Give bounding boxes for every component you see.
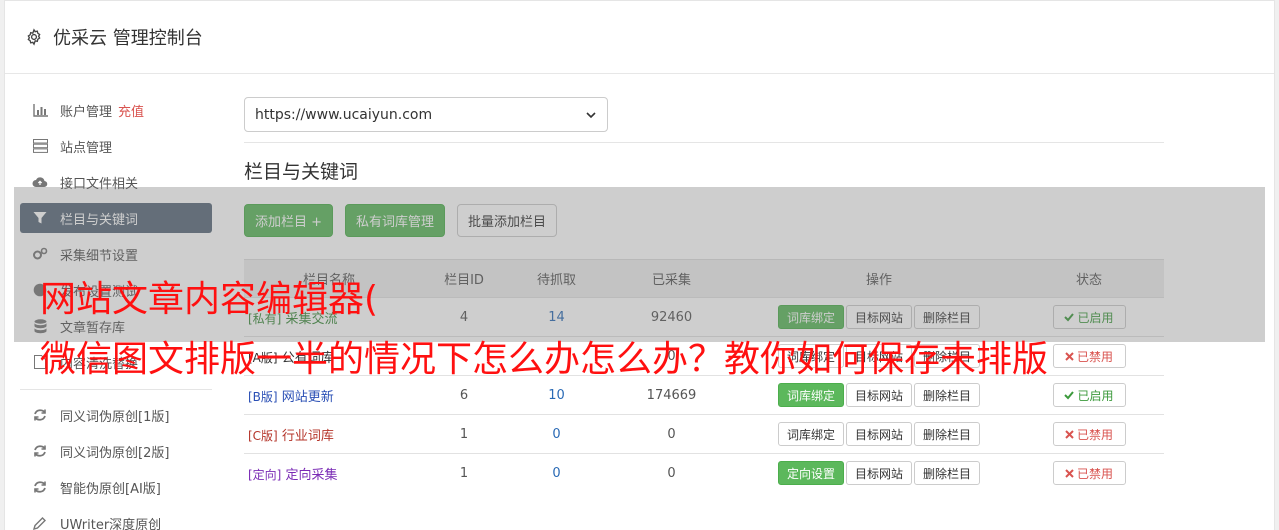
refresh-icon: [32, 407, 48, 423]
pending-count[interactable]: 0: [514, 414, 599, 454]
sidebar-item-label: 同义词伪原创[1版]: [60, 409, 170, 425]
gear-icon: [27, 28, 41, 46]
divider: [244, 142, 1164, 143]
sidebar-item[interactable]: 站点管理: [20, 131, 212, 161]
refresh-icon: [32, 479, 48, 495]
pending-count[interactable]: 0: [514, 453, 599, 493]
close-icon: [1065, 469, 1074, 478]
table-row: [定向] 定向采集 1 0 0 定向设置 目标网站 删除栏目 已禁用: [244, 453, 1164, 493]
sidebar-item[interactable]: 同义词伪原创[1版]: [20, 400, 212, 430]
bind-library-button[interactable]: 定向设置: [777, 461, 844, 486]
column-link[interactable]: [B版] 网站更新: [248, 390, 334, 405]
column-name-cell: [定向] 定向采集: [244, 453, 414, 493]
status-toggle[interactable]: 已启用: [1052, 383, 1126, 407]
collected-count: 0: [599, 453, 744, 493]
column-name: 定向采集: [285, 467, 338, 483]
edit-icon: [32, 515, 48, 530]
status-label: 已禁用: [1076, 466, 1113, 481]
collected-count: 0: [599, 414, 744, 454]
status-label: 已启用: [1077, 388, 1114, 403]
overlay-headline-line2: 微信图文排版一半的情况下怎么办怎么办？教你如何保存未排版: [40, 339, 1049, 380]
status-toggle[interactable]: 已禁用: [1052, 461, 1126, 486]
sidebar-item[interactable]: 智能伪原创[AI版]: [20, 472, 212, 502]
status-label: 已禁用: [1076, 427, 1113, 442]
column-tag: [B版]: [248, 389, 278, 404]
actions-cell: 词库绑定 目标网站 删除栏目: [744, 414, 1014, 454]
column-link[interactable]: [定向] 定向采集: [248, 468, 338, 483]
status-label: 已禁用: [1076, 349, 1113, 364]
section-title: 栏目与关键词: [244, 161, 359, 183]
sidebar-item-label: 站点管理: [60, 140, 113, 156]
column-tag: [定向]: [248, 467, 282, 482]
refresh-icon: [32, 443, 48, 459]
target-site-button[interactable]: 目标网站: [845, 422, 912, 446]
status-cell: 已禁用: [1014, 453, 1164, 493]
delete-column-button[interactable]: 删除栏目: [914, 383, 981, 407]
column-name: 行业词库: [281, 428, 334, 444]
column-name: 网站更新: [281, 389, 334, 405]
sidebar-item-label: 账户管理: [60, 104, 113, 120]
sidebar-item-label: 同义词伪原创[2版]: [60, 445, 170, 461]
server-icon: [32, 138, 48, 154]
sidebar-item-label: UWriter深度原创: [60, 517, 162, 530]
delete-column-button[interactable]: 删除栏目: [914, 461, 981, 486]
sidebar-item-label: 智能伪原创[AI版]: [60, 481, 161, 497]
bar-chart-icon: [32, 102, 48, 118]
site-select[interactable]: https://www.ucaiyun.com: [244, 97, 608, 132]
delete-column-button[interactable]: 删除栏目: [914, 422, 981, 446]
column-tag: [C版]: [248, 428, 278, 443]
column-name-cell: [C版] 行业词库: [244, 414, 414, 454]
page-title: 优采云 管理控制台: [53, 28, 203, 49]
bind-library-button[interactable]: 词库绑定: [777, 422, 844, 446]
sidebar-item[interactable]: UWriter深度原创: [20, 508, 212, 530]
bind-library-button[interactable]: 词库绑定: [777, 383, 844, 407]
sidebar-item[interactable]: 同义词伪原创[2版]: [20, 436, 212, 466]
target-site-button[interactable]: 目标网站: [845, 383, 912, 407]
column-link[interactable]: [C版] 行业词库: [248, 429, 334, 444]
table-row: [C版] 行业词库 1 0 0 词库绑定 目标网站 删除栏目 已禁用: [244, 414, 1164, 454]
status-toggle[interactable]: 已禁用: [1052, 344, 1126, 368]
actions-cell: 定向设置 目标网站 删除栏目: [744, 453, 1014, 493]
close-icon: [1065, 429, 1074, 439]
overlay-headline-line1: 网站文章内容编辑器(: [40, 279, 379, 320]
site-select-value: https://www.ucaiyun.com: [255, 106, 433, 123]
target-site-button[interactable]: 目标网站: [845, 461, 912, 486]
chevron-down-icon: [586, 111, 596, 118]
recharge-link[interactable]: 充值: [118, 101, 144, 120]
column-id: 1: [414, 414, 514, 454]
status-toggle[interactable]: 已禁用: [1052, 422, 1126, 446]
sidebar-item[interactable]: 账户管理 充值: [20, 95, 212, 125]
console-header: 优采云 管理控制台: [5, 1, 1274, 74]
status-cell: 已禁用: [1014, 414, 1164, 454]
column-id: 1: [414, 453, 514, 493]
close-icon: [1065, 351, 1074, 361]
check-icon: [1064, 391, 1075, 400]
sidebar-divider: [20, 389, 212, 390]
